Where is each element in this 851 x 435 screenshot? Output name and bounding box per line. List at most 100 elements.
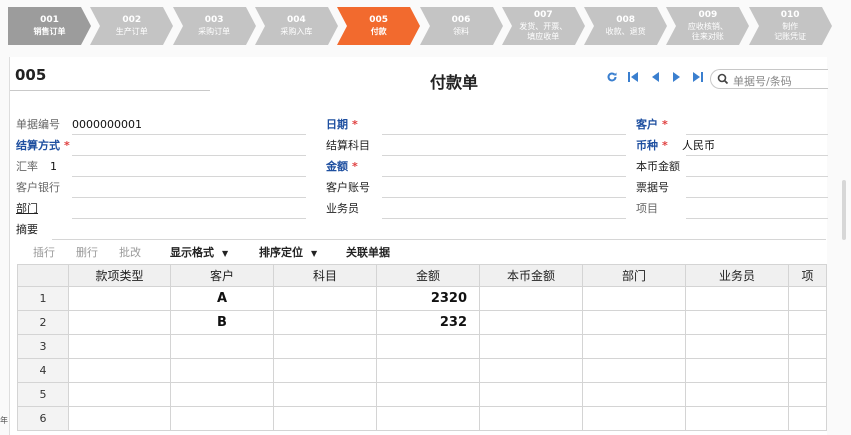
step-006[interactable]: 006 领料 xyxy=(419,7,503,45)
field-rate[interactable]: 汇率 1 xyxy=(16,159,306,177)
cell-local[interactable] xyxy=(479,334,583,359)
insert-row-button[interactable]: 插行 xyxy=(33,244,55,260)
cell-amount[interactable] xyxy=(376,382,480,407)
field-local-amount[interactable]: 本币金额 xyxy=(636,159,828,177)
field-customer[interactable]: 客户 * xyxy=(636,117,828,135)
cell-subject[interactable] xyxy=(273,382,377,407)
field-cust-bank[interactable]: 客户银行 xyxy=(16,180,306,198)
cell-amount[interactable]: 2320 xyxy=(376,286,480,311)
cell-local[interactable] xyxy=(479,406,583,431)
col-header[interactable]: 款项类型 xyxy=(68,264,171,287)
col-header[interactable]: 部门 xyxy=(582,264,686,287)
prev-record-icon[interactable] xyxy=(650,71,660,87)
cell-local[interactable] xyxy=(479,286,583,311)
cell-amount[interactable] xyxy=(376,358,480,383)
related-docs-button[interactable]: 关联单据 xyxy=(346,244,390,260)
cell-clerk[interactable] xyxy=(685,382,789,407)
sort-locate-menu[interactable]: 排序定位 ▼ xyxy=(259,244,317,260)
cell-item[interactable] xyxy=(788,334,827,359)
table-row[interactable]: 5 xyxy=(17,382,827,407)
first-record-icon[interactable] xyxy=(627,71,639,87)
cell-type[interactable] xyxy=(68,358,171,383)
cell-type[interactable] xyxy=(68,286,171,311)
field-cust-account[interactable]: 客户账号 xyxy=(326,180,626,198)
scrollbar[interactable] xyxy=(842,180,846,240)
next-record-icon[interactable] xyxy=(672,71,682,87)
cell-clerk[interactable] xyxy=(685,286,789,311)
col-header[interactable]: 客户 xyxy=(170,264,274,287)
cell-customer[interactable] xyxy=(170,334,274,359)
col-header[interactable]: 金额 xyxy=(376,264,480,287)
table-row[interactable]: 6 xyxy=(17,406,827,431)
cell-item[interactable] xyxy=(788,286,827,311)
refresh-icon[interactable] xyxy=(606,71,618,87)
cell-customer[interactable]: B xyxy=(170,310,274,335)
cell-subject[interactable] xyxy=(273,358,377,383)
step-001[interactable]: 001 销售订单 xyxy=(8,7,91,45)
cell-subject[interactable] xyxy=(273,310,377,335)
cell-clerk[interactable] xyxy=(685,406,789,431)
cell-subject[interactable] xyxy=(273,286,377,311)
cell-dept[interactable] xyxy=(582,382,686,407)
step-004[interactable]: 004 采购入库 xyxy=(254,7,338,45)
field-doc-no[interactable]: 单据编号 0000000001 xyxy=(16,117,306,135)
field-project[interactable]: 项目 xyxy=(636,201,828,219)
cell-local[interactable] xyxy=(479,382,583,407)
col-header[interactable]: 科目 xyxy=(273,264,377,287)
field-date[interactable]: 日期 * xyxy=(326,117,626,135)
table-row[interactable]: 1 A 2320 xyxy=(17,286,827,311)
field-settle-subject[interactable]: 结算科目 xyxy=(326,138,626,156)
step-010[interactable]: 010 制作 记账凭证 xyxy=(748,7,832,45)
cell-item[interactable] xyxy=(788,358,827,383)
field-amount[interactable]: 金额 * xyxy=(326,159,626,177)
cell-item[interactable] xyxy=(788,406,827,431)
cell-local[interactable] xyxy=(479,310,583,335)
cell-amount[interactable] xyxy=(376,406,480,431)
cell-subject[interactable] xyxy=(273,406,377,431)
cell-clerk[interactable] xyxy=(685,310,789,335)
field-memo[interactable]: 摘要 xyxy=(16,222,826,240)
col-header[interactable]: 业务员 xyxy=(685,264,789,287)
step-007[interactable]: 007 发货、开票、 填应收单 xyxy=(501,7,585,45)
field-clerk[interactable]: 业务员 xyxy=(326,201,626,219)
step-009[interactable]: 009 应收核销、 往来对账 xyxy=(666,7,750,45)
cell-item[interactable] xyxy=(788,310,827,335)
delete-row-button[interactable]: 删行 xyxy=(76,244,98,260)
table-row[interactable]: 2 B 232 xyxy=(17,310,827,335)
cell-local[interactable] xyxy=(479,358,583,383)
dept-label[interactable]: 部门 xyxy=(16,201,38,217)
col-header[interactable]: 本币金额 xyxy=(479,264,583,287)
cell-type[interactable] xyxy=(68,382,171,407)
cell-dept[interactable] xyxy=(582,406,686,431)
cell-customer[interactable] xyxy=(170,358,274,383)
step-005[interactable]: 005 付款 xyxy=(337,7,421,45)
cell-amount[interactable] xyxy=(376,334,480,359)
cell-clerk[interactable] xyxy=(685,358,789,383)
table-row[interactable]: 3 xyxy=(17,334,827,359)
batch-edit-button[interactable]: 批改 xyxy=(119,244,141,260)
cell-clerk[interactable] xyxy=(685,334,789,359)
cell-type[interactable] xyxy=(68,406,171,431)
field-bill-no[interactable]: 票据号 xyxy=(636,180,828,198)
display-format-menu[interactable]: 显示格式 ▼ xyxy=(170,244,228,260)
cell-dept[interactable] xyxy=(582,358,686,383)
cell-dept[interactable] xyxy=(582,286,686,311)
step-003[interactable]: 003 采购订单 xyxy=(172,7,256,45)
search-input[interactable]: 单据号/条码 xyxy=(710,69,828,89)
cell-type[interactable] xyxy=(68,334,171,359)
cell-subject[interactable] xyxy=(273,334,377,359)
field-settle-method[interactable]: 结算方式 * xyxy=(16,138,306,156)
col-header[interactable]: 项 xyxy=(788,264,827,287)
cell-customer[interactable] xyxy=(170,406,274,431)
cell-amount[interactable]: 232 xyxy=(376,310,480,335)
last-record-icon[interactable] xyxy=(692,71,704,87)
cell-customer[interactable]: A xyxy=(170,286,274,311)
cell-type[interactable] xyxy=(68,310,171,335)
cell-customer[interactable] xyxy=(170,382,274,407)
cell-dept[interactable] xyxy=(582,334,686,359)
table-row[interactable]: 4 xyxy=(17,358,827,383)
field-dept[interactable]: 部门 xyxy=(16,201,306,219)
step-002[interactable]: 002 生产订单 xyxy=(90,7,174,45)
field-currency[interactable]: 币种 * 人民币 xyxy=(636,138,828,156)
cell-item[interactable] xyxy=(788,382,827,407)
